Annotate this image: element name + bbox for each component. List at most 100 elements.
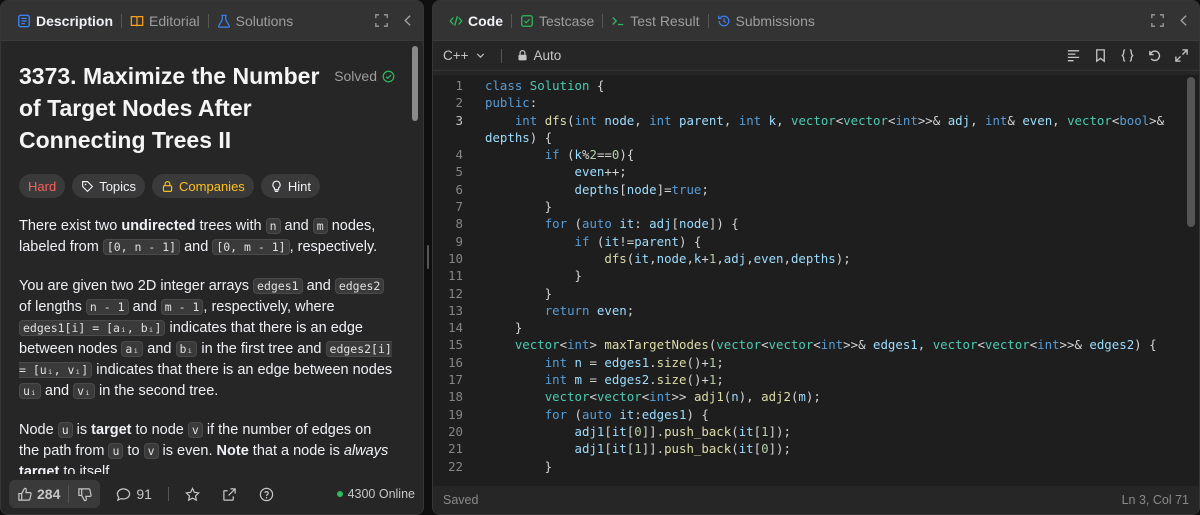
code-text: } xyxy=(485,285,553,301)
line-number: 17 xyxy=(448,372,463,388)
code-text: public: xyxy=(485,95,538,111)
text-bold: undirected xyxy=(121,218,196,234)
braces-icon[interactable] xyxy=(1120,48,1135,63)
code-panel: Code Testcase Test Result Submissions C+… xyxy=(432,0,1200,515)
code-text: int dfs(int node, int parent, int k, vec… xyxy=(514,112,1165,128)
line-number: 8 xyxy=(455,216,463,232)
text: in the first tree and xyxy=(197,341,326,357)
tab-description[interactable]: Description xyxy=(9,1,121,41)
description-scrollbar[interactable] xyxy=(412,46,418,121)
footer-separator xyxy=(167,487,169,501)
text: is xyxy=(72,422,92,438)
inline-code: v xyxy=(143,443,159,459)
inline-code: n - 1 xyxy=(85,299,129,315)
left-tab-tools xyxy=(375,14,415,27)
code-text: vector<int> maxTargetNodes(vector<vector… xyxy=(514,337,1157,353)
line-number: 10 xyxy=(448,250,463,266)
text: of lengths xyxy=(19,299,86,315)
code-line: 15 vector<int> maxTargetNodes(vector<vec… xyxy=(433,336,1199,353)
code-text: depths) { xyxy=(485,129,553,145)
help-button[interactable] xyxy=(253,487,280,502)
line-number: 2 xyxy=(455,95,463,111)
history-icon xyxy=(717,15,729,26)
line-number: 14 xyxy=(448,320,463,336)
downvote-button[interactable] xyxy=(69,487,100,502)
inline-code: [0, m - 1] xyxy=(212,239,290,255)
code-text: dfs(it,node,k+1,adj,even,depths); xyxy=(604,250,851,266)
tab-test-result[interactable]: Test Result xyxy=(603,1,707,41)
comments-count: 91 xyxy=(136,486,152,502)
inline-code: u xyxy=(108,443,124,459)
code-line: 10 dfs(it,node,k+1,adj,even,depths); xyxy=(433,250,1199,267)
companies-tag[interactable]: Companies xyxy=(152,174,254,198)
code-text: class Solution { xyxy=(485,78,605,93)
autocomplete-mode[interactable]: Auto xyxy=(516,48,561,63)
editor-scrollbar[interactable] xyxy=(1187,77,1195,227)
tab-code-label: Code xyxy=(468,12,503,29)
chevron-down-icon xyxy=(476,53,484,58)
code-line: 14 } xyxy=(433,319,1199,336)
upvote-button[interactable]: 284 xyxy=(9,486,68,502)
comments-button[interactable]: 91 xyxy=(110,486,158,502)
code-text: for (auto it: adj[node]) { xyxy=(544,216,739,232)
code-text: vector<vector<int>> adj1(n), adj2(m); xyxy=(544,389,821,405)
difficulty-badge: Hard xyxy=(19,174,66,198)
online-indicator: 4300 Online xyxy=(336,487,415,501)
code-text: for (auto it:edges1) { xyxy=(544,406,709,422)
thumbs-down-icon xyxy=(78,487,93,501)
tab-code[interactable]: Code xyxy=(441,1,511,41)
text: Node xyxy=(19,422,58,438)
tag-icon xyxy=(82,180,94,192)
expand-icon[interactable] xyxy=(1174,48,1189,63)
left-tabbar: Description Editorial Solutions xyxy=(1,1,423,41)
format-icon[interactable] xyxy=(1066,48,1081,63)
inline-code: edges1[i] = [aᵢ, bᵢ] xyxy=(19,320,166,336)
maximize-icon[interactable] xyxy=(375,14,388,27)
reset-icon[interactable] xyxy=(1147,48,1162,63)
share-button[interactable] xyxy=(216,487,243,502)
code-editor[interactable]: 1 class Solution { 2 public: 3 int dfs(int… xyxy=(433,75,1199,486)
code-line: 13 return even; xyxy=(433,302,1199,319)
solved-label: Solved xyxy=(334,68,377,84)
code-text: adj1[it[1]].push_back(it[0]); xyxy=(574,441,791,457)
cursor-position: Ln 3, Col 71 xyxy=(1121,493,1189,507)
language-select[interactable]: C++ xyxy=(443,48,487,63)
hint-tag[interactable]: Hint xyxy=(260,174,320,198)
tab-testcase[interactable]: Testcase xyxy=(512,1,602,41)
line-number: 1 xyxy=(455,78,463,93)
text: indicates that there is an edge between … xyxy=(92,362,393,378)
vote-group: 284 xyxy=(9,480,101,508)
resize-handle[interactable] xyxy=(427,245,429,269)
tab-editorial[interactable]: Editorial xyxy=(122,1,208,41)
maximize-icon[interactable] xyxy=(1151,14,1164,27)
text: is even. xyxy=(158,443,217,459)
star-icon xyxy=(184,486,200,501)
code-text: depths[node]=true; xyxy=(574,181,709,197)
code-text: int n = edges1.size()+1; xyxy=(544,354,724,370)
tab-submissions[interactable]: Submissions xyxy=(709,1,823,41)
text: There exist two xyxy=(19,218,122,234)
code-line: 9 if (it!=parent) { xyxy=(433,233,1199,250)
description-content: 3373. Maximize the Number of Target Node… xyxy=(1,42,411,474)
collapse-icon[interactable] xyxy=(1178,14,1191,27)
flask-icon xyxy=(217,14,230,28)
collapse-icon[interactable] xyxy=(402,14,415,27)
line-number: 16 xyxy=(448,354,463,370)
problem-title[interactable]: 3373. Maximize the Number of Target Node… xyxy=(19,60,329,156)
tab-testcase-label: Testcase xyxy=(539,12,595,29)
inline-code: edges2 xyxy=(334,278,385,294)
code-line: 12 } xyxy=(433,285,1199,302)
favorite-button[interactable] xyxy=(179,486,206,502)
inline-code: m - 1 xyxy=(160,299,204,315)
text-italic: always xyxy=(343,443,389,459)
text: , respectively, where xyxy=(203,299,335,315)
check-circle-icon xyxy=(382,70,395,82)
line-number: 20 xyxy=(448,423,463,439)
tab-solutions[interactable]: Solutions xyxy=(209,1,302,41)
language-label: C++ xyxy=(443,48,469,63)
topics-tag[interactable]: Topics xyxy=(72,174,146,198)
paragraph-3: Node u is target to node v if the number… xyxy=(19,420,395,474)
tab-description-label: Description xyxy=(36,12,114,29)
bookmark-icon[interactable] xyxy=(1093,48,1108,63)
description-footer: 284 91 4300 Online xyxy=(1,474,423,514)
